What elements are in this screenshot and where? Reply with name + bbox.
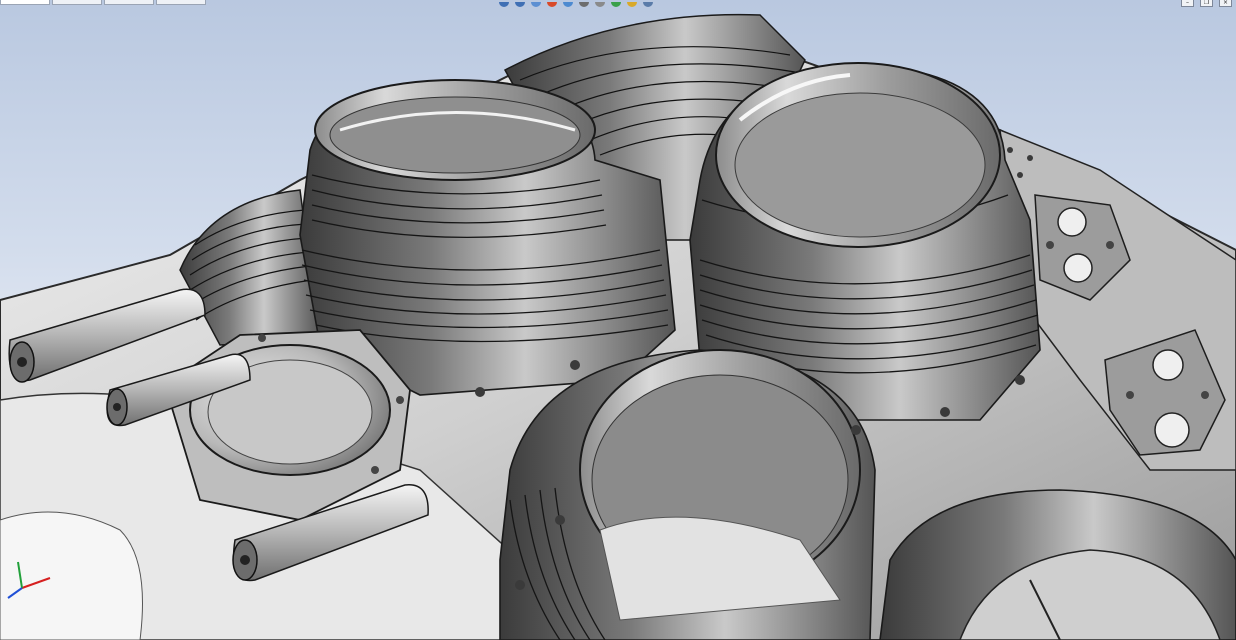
edit-appearance-icon-glyph	[611, 2, 621, 7]
zoom-to-fit-icon[interactable]	[498, 0, 510, 7]
document-tab[interactable]	[52, 0, 102, 5]
document-tab[interactable]	[0, 0, 50, 5]
document-tabs	[0, 0, 208, 5]
display-style-icon[interactable]	[578, 0, 590, 7]
display-style-icon-glyph	[579, 2, 589, 7]
minimize-icon[interactable]: –	[1181, 0, 1194, 7]
hide-show-items-icon-glyph	[595, 2, 605, 7]
section-view-icon[interactable]	[546, 0, 558, 7]
view-settings-icon[interactable]	[642, 0, 654, 7]
zoom-to-fit-icon-glyph	[499, 2, 509, 7]
close-icon[interactable]: ×	[1219, 0, 1232, 7]
section-view-icon-glyph	[547, 2, 557, 7]
zoom-area-icon-glyph	[515, 2, 525, 7]
engine-crankcase-model[interactable]	[0, 0, 1236, 640]
apply-scene-icon[interactable]	[626, 0, 638, 7]
reference-triad[interactable]	[2, 554, 54, 600]
previous-view-icon[interactable]	[530, 0, 542, 7]
document-tab[interactable]	[104, 0, 154, 5]
view-settings-icon-glyph	[643, 2, 653, 7]
previous-view-icon-glyph	[531, 2, 541, 7]
graphics-viewport[interactable]: – ❐ ×	[0, 0, 1236, 640]
heads-up-view-toolbar	[498, 0, 654, 8]
zoom-area-icon[interactable]	[514, 0, 526, 7]
restore-icon[interactable]: ❐	[1200, 0, 1213, 7]
view-orientation-icon-glyph	[563, 2, 573, 7]
apply-scene-icon-glyph	[627, 2, 637, 7]
view-orientation-icon[interactable]	[562, 0, 574, 7]
edit-appearance-icon[interactable]	[610, 0, 622, 7]
document-tab[interactable]	[156, 0, 206, 5]
triad-y-axis	[17, 561, 23, 589]
hide-show-items-icon[interactable]	[594, 0, 606, 7]
triad-x-axis	[21, 577, 51, 589]
triad-z-axis	[7, 587, 23, 599]
window-controls: – ❐ ×	[1181, 0, 1232, 7]
